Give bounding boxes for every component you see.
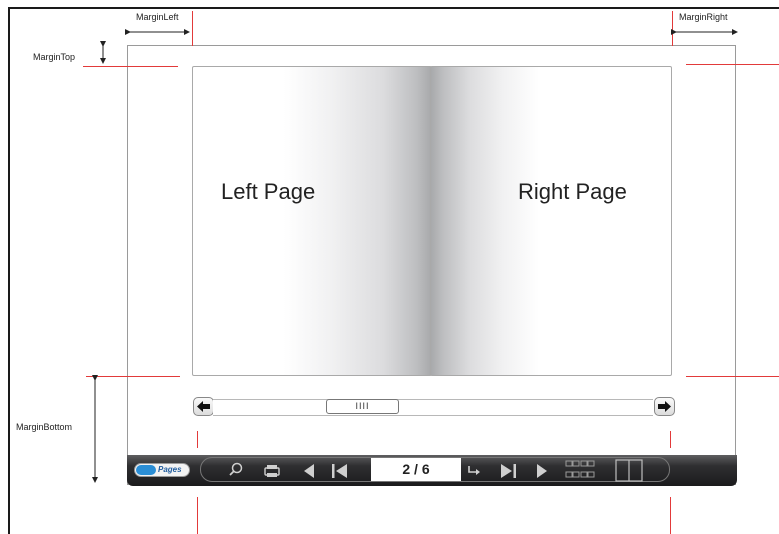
margin-bottom-label: MarginBottom [16,422,73,432]
print-icon[interactable] [263,464,281,478]
pages-logo: Pages [134,463,190,477]
search-icon[interactable] [228,462,244,478]
prev-page-icon[interactable] [302,463,316,479]
viewer-toolbar: Pages 2 / 6 [127,455,737,486]
dimension-arrows [92,29,738,483]
margin-top-label: MarginTop [33,52,76,62]
horizontal-scrollbar[interactable]: IIII [193,396,675,418]
arrow-right-icon [658,401,671,412]
page-indicator[interactable]: 2 / 6 [371,458,461,481]
goto-icon[interactable] [466,464,482,478]
first-page-icon[interactable] [330,463,350,479]
scroll-left-button[interactable] [193,397,214,416]
margin-right-label: MarginRight [679,12,728,22]
last-page-icon[interactable] [498,463,518,479]
next-page-icon[interactable] [535,463,549,479]
arrow-left-icon [197,401,210,412]
single-page-icon[interactable] [614,458,646,484]
pages-logo-text: Pages [158,465,182,474]
scroll-right-button[interactable] [654,397,675,416]
thumbnails-icon[interactable] [564,459,596,483]
scroll-track[interactable] [213,399,653,416]
margin-left-label: MarginLeft [136,12,179,22]
scroll-thumb[interactable]: IIII [326,399,399,414]
